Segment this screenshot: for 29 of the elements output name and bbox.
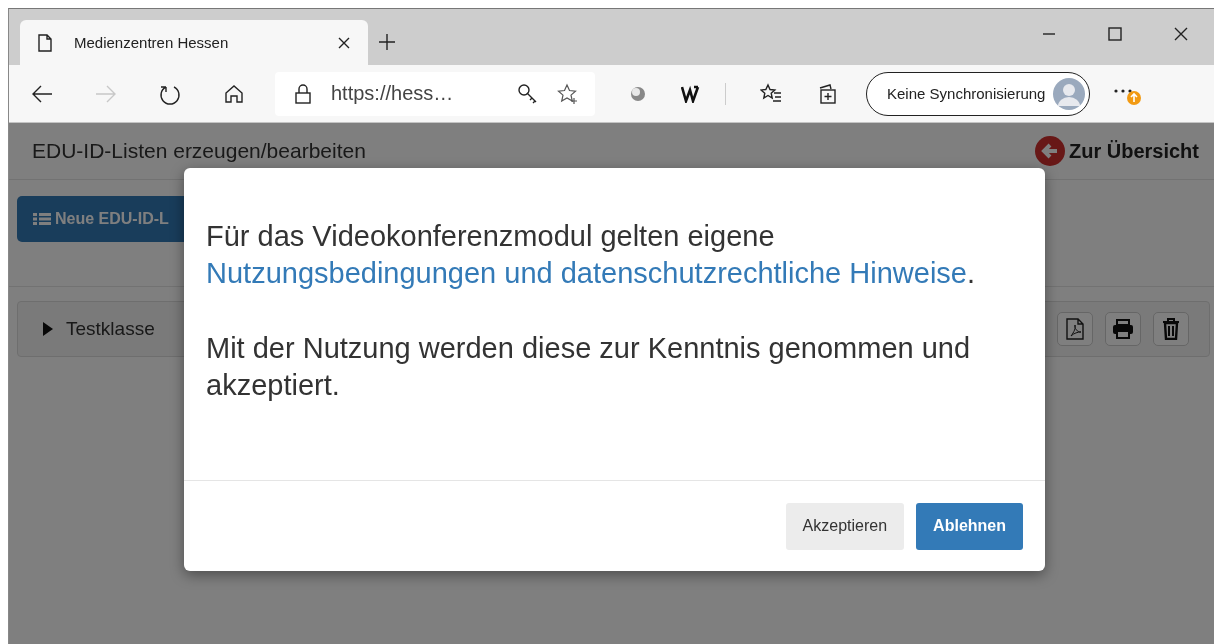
new-tab-icon[interactable] bbox=[378, 33, 396, 51]
terms-link[interactable]: Nutzungsbedingungen und datenschutzrechtliche Hinweise bbox=[206, 257, 967, 289]
print-icon bbox=[1112, 319, 1134, 339]
page-title: EDU-ID-Listen erzeugen/bearbeiten bbox=[32, 139, 367, 163]
pdf-icon bbox=[1066, 318, 1084, 340]
close-icon[interactable] bbox=[1174, 27, 1188, 41]
favorites-icon[interactable] bbox=[760, 82, 782, 105]
sphere-icon[interactable] bbox=[629, 84, 647, 103]
browser-tab[interactable]: Medienzentren Hessen bbox=[20, 20, 368, 65]
close-icon[interactable] bbox=[338, 36, 350, 49]
dialog-message: Mit der Nutzung werden diese zur Kenntnis genommen und akzeptiert. bbox=[206, 331, 972, 403]
key-icon[interactable] bbox=[517, 82, 539, 105]
sync-button[interactable]: Keine Synchronisierung bbox=[866, 71, 1091, 116]
accept-button[interactable]: Akzeptieren bbox=[785, 502, 905, 550]
star-plus-icon[interactable] bbox=[557, 82, 579, 105]
list-icon bbox=[33, 212, 51, 226]
delete-button[interactable] bbox=[1153, 312, 1189, 346]
lock-icon bbox=[295, 83, 311, 104]
pdf-button[interactable] bbox=[1057, 312, 1093, 346]
back-link[interactable]: Zur Übersicht bbox=[1034, 136, 1199, 166]
decline-button[interactable]: Ablehnen bbox=[916, 502, 1023, 550]
address-bar[interactable]: https://hess… bbox=[275, 71, 595, 116]
trash-icon bbox=[1162, 318, 1180, 340]
print-button[interactable] bbox=[1105, 312, 1141, 346]
list-header[interactable]: Testklasse bbox=[42, 318, 155, 340]
avatar-icon bbox=[1053, 77, 1086, 110]
page-icon bbox=[38, 33, 52, 52]
home-icon[interactable] bbox=[223, 82, 245, 105]
maximize-icon[interactable] bbox=[1108, 27, 1122, 41]
